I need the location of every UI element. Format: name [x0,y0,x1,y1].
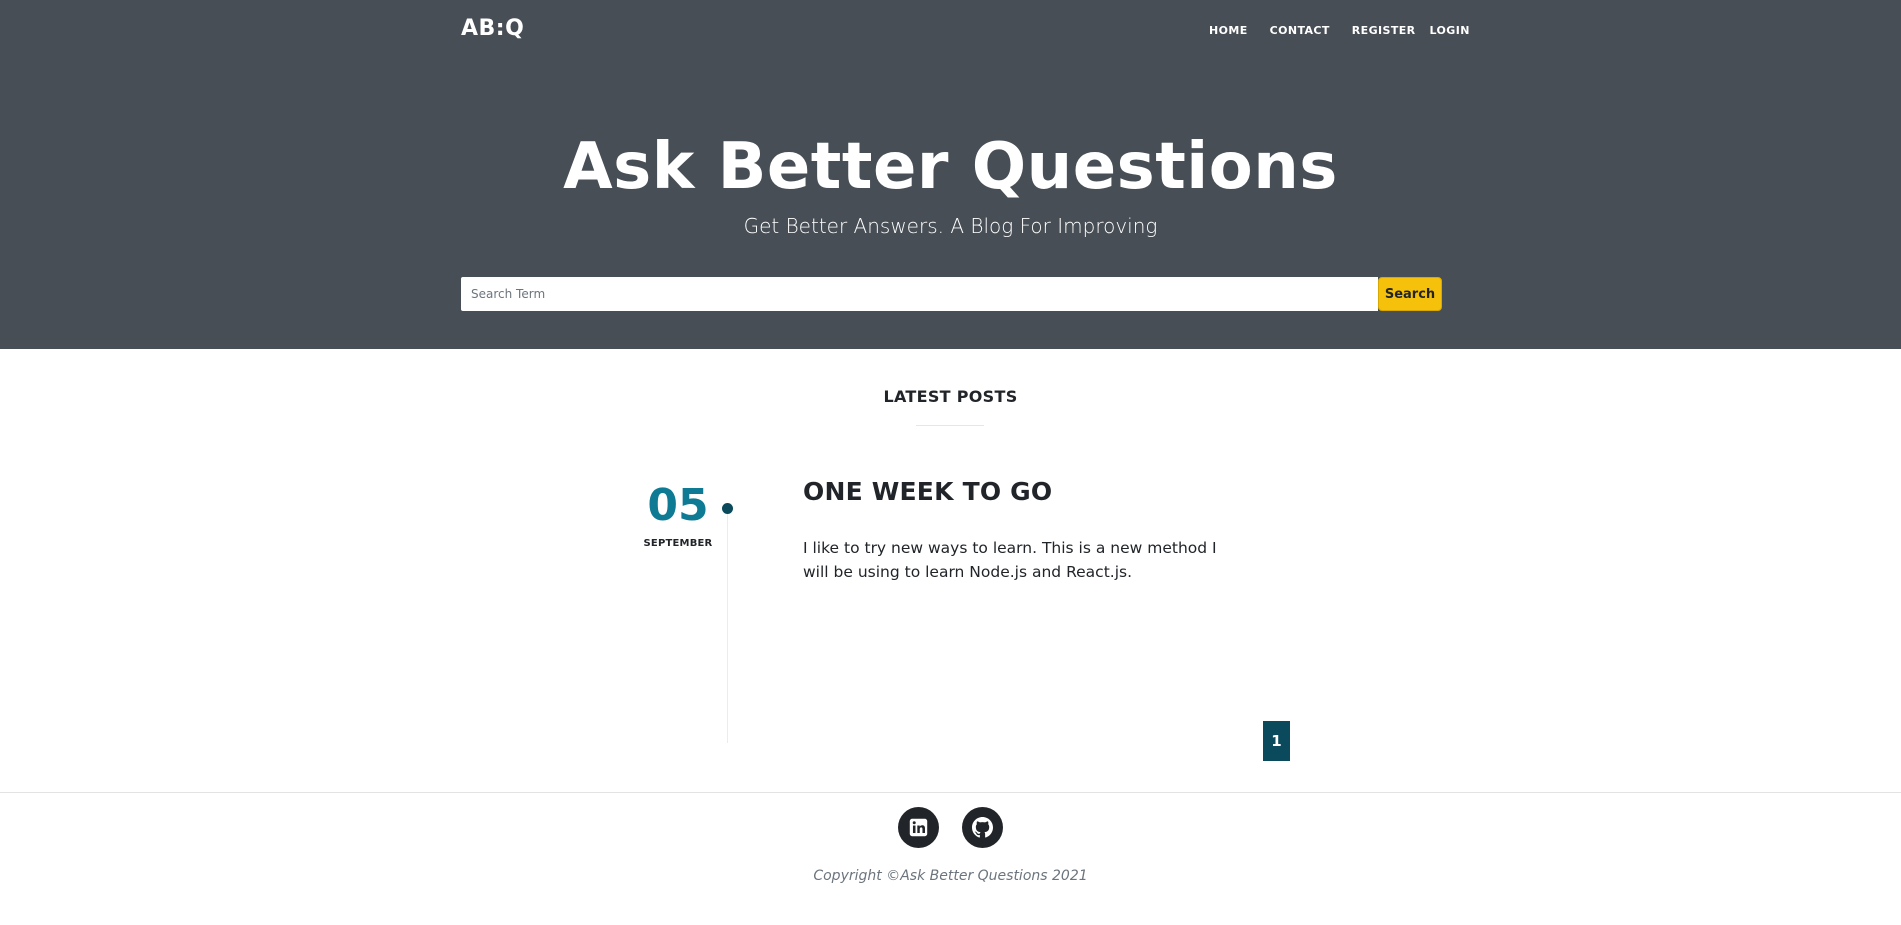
post-date-day: 05 [647,480,709,531]
nav-home[interactable]: HOME [1209,24,1248,37]
footer-divider [0,792,1901,793]
nav-contact[interactable]: CONTACT [1270,24,1330,37]
section-divider [916,425,984,426]
search-input[interactable] [461,277,1378,311]
site-logo[interactable]: AB:Q [461,16,524,41]
hero-subtitle: Get Better Answers. A Blog For Improving [743,214,1158,238]
main-nav: HOME CONTACT REGISTER LOGIN [1209,24,1492,37]
hero-title: Ask Better Questions [563,130,1338,204]
search-bar: Search [461,277,1442,311]
pagination-page-1[interactable]: 1 [1263,721,1290,761]
github-link[interactable] [962,807,1003,848]
timeline-dot [722,503,733,514]
post-excerpt: I like to try new ways to learn. This is… [803,539,1217,581]
linkedin-link[interactable] [898,807,939,848]
search-button[interactable]: Search [1378,277,1442,311]
timeline-line [727,508,728,743]
post-title-link[interactable]: ONE WEEK TO GO [803,477,1052,506]
nav-login[interactable]: LOGIN [1430,24,1470,37]
linkedin-icon [909,818,928,837]
copyright-text: Copyright ©Ask Better Questions 2021 [813,868,1088,884]
nav-register[interactable]: REGISTER [1352,24,1416,37]
latest-posts-heading: LATEST POSTS [883,387,1018,406]
github-icon [972,817,993,838]
post-date-month: SEPTEMBER [643,538,713,549]
hero-header: AB:Q HOME CONTACT REGISTER LOGIN Ask Bet… [0,0,1901,349]
